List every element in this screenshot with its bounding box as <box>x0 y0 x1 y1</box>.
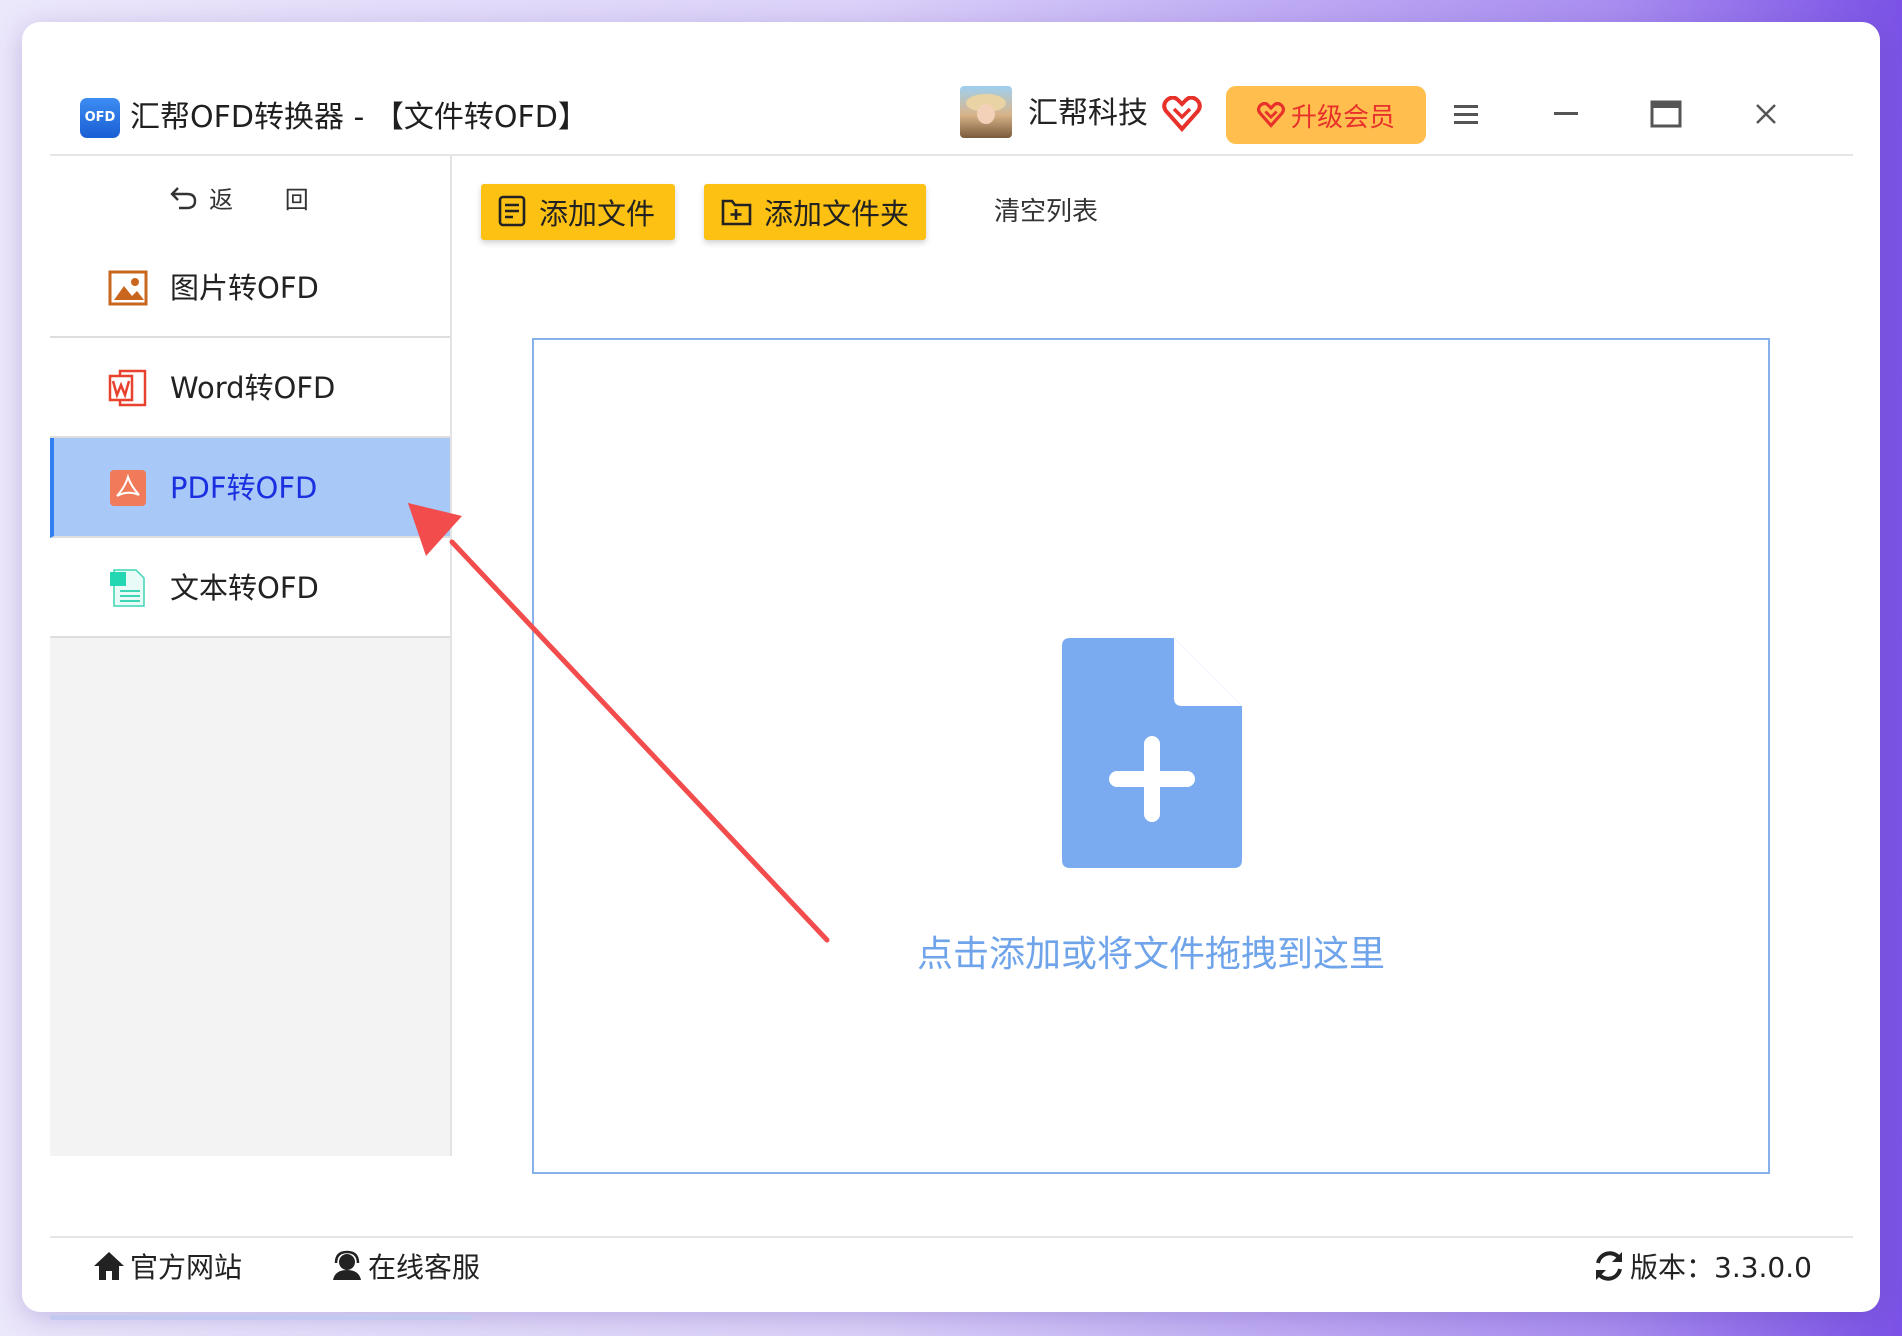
official-website-label: 官方网站 <box>130 1251 243 1284</box>
app-window: OFD 汇帮OFD转换器 - 【文件转OFD】 汇帮科技 升级会员 返 回 图片… <box>22 22 1880 1312</box>
home-icon <box>94 1252 124 1280</box>
sidebar-item-image-to-ofd[interactable]: 图片转OFD <box>50 238 450 338</box>
drop-hint-text: 点击添加或将文件拖拽到这里 <box>916 934 1385 975</box>
pdf-icon <box>110 470 146 506</box>
word-icon <box>108 369 147 407</box>
add-file-button[interactable]: 添加文件 <box>481 184 675 240</box>
menu-button[interactable] <box>1446 94 1486 134</box>
window-title: 汇帮OFD转换器 - 【文件转OFD】 <box>130 100 588 135</box>
window-content: OFD 汇帮OFD转换器 - 【文件转OFD】 汇帮科技 升级会员 返 回 图片… <box>50 46 1853 1291</box>
version-info[interactable]: 版本：3.3.0.0 <box>1592 1244 1812 1288</box>
add-file-label: 添加文件 <box>539 197 656 231</box>
maximize-icon <box>1650 100 1682 128</box>
back-label: 返 回 <box>209 185 331 214</box>
user-name[interactable]: 汇帮科技 <box>1028 92 1148 136</box>
close-icon <box>1756 104 1776 124</box>
bottom-strip <box>50 1315 472 1320</box>
add-file-large-icon <box>1062 638 1242 868</box>
sidebar-item-text-to-ofd[interactable]: 文本转OFD <box>50 538 450 638</box>
sidebar-item-label: PDF转OFD <box>170 471 318 505</box>
maximize-button[interactable] <box>1646 94 1686 134</box>
online-support-label: 在线客服 <box>368 1251 481 1284</box>
sidebar-item-label: Word转OFD <box>170 371 336 405</box>
add-folder-button[interactable]: 添加文件夹 <box>704 184 926 240</box>
minimize-button[interactable] <box>1546 94 1586 134</box>
version-label: 版本：3.3.0.0 <box>1630 1251 1812 1284</box>
avatar[interactable] <box>960 86 1012 138</box>
sidebar: 返 回 图片转OFD Word转OFD PDF转OFD 文本转OFD <box>50 156 452 1156</box>
text-file-icon <box>110 569 145 607</box>
refresh-icon <box>1596 1251 1622 1281</box>
upgrade-vip-button[interactable]: 升级会员 <box>1226 86 1426 144</box>
hamburger-menu-icon <box>1454 105 1478 124</box>
clear-list-button[interactable]: 清空列表 <box>994 190 1098 234</box>
upgrade-label: 升级会员 <box>1290 102 1395 133</box>
minimize-icon <box>1554 112 1578 115</box>
footer-bar: 官方网站 在线客服 版本：3.3.0.0 <box>50 1236 1853 1291</box>
customer-service-icon <box>333 1250 361 1280</box>
add-file-icon <box>498 195 526 227</box>
vip-heart-icon <box>1256 102 1285 128</box>
app-logo-icon: OFD <box>80 98 120 138</box>
add-folder-icon <box>721 199 752 226</box>
sidebar-item-label: 图片转OFD <box>170 271 319 305</box>
sidebar-item-word-to-ofd[interactable]: Word转OFD <box>50 338 450 438</box>
online-support-link[interactable]: 在线客服 <box>330 1244 480 1288</box>
image-icon <box>108 270 148 306</box>
title-bar: OFD 汇帮OFD转换器 - 【文件转OFD】 汇帮科技 升级会员 <box>50 46 1853 156</box>
file-drop-zone[interactable]: 点击添加或将文件拖拽到这里 <box>532 338 1770 1174</box>
back-arrow-icon <box>170 187 197 210</box>
sidebar-item-pdf-to-ofd[interactable]: PDF转OFD <box>50 438 450 538</box>
vip-heart-icon <box>1162 96 1202 132</box>
close-button[interactable] <box>1746 94 1786 134</box>
official-website-link[interactable]: 官方网站 <box>92 1244 242 1288</box>
sidebar-item-label: 文本转OFD <box>170 571 319 605</box>
back-button[interactable]: 返 回 <box>50 156 450 241</box>
add-folder-label: 添加文件夹 <box>764 197 910 231</box>
